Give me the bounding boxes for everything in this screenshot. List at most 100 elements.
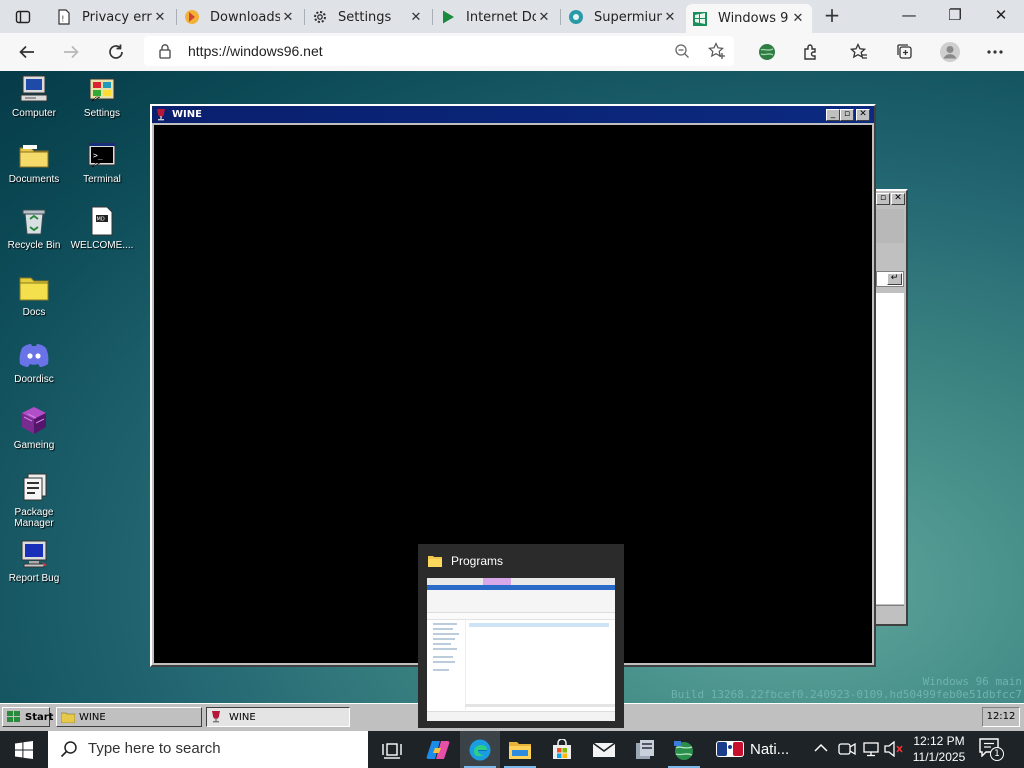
desktop-icon-report-bug[interactable]: Report Bug [0, 538, 68, 584]
desktop-icon-terminal[interactable]: >_ Terminal [68, 139, 136, 185]
weather-widget[interactable]: Nati... [716, 731, 806, 768]
refresh-button[interactable] [101, 37, 131, 67]
desktop-icon-label: Computer [12, 108, 56, 119]
monitor-icon [18, 538, 50, 570]
wine-glass-icon [211, 711, 221, 723]
folder-icon [18, 272, 50, 304]
extension-globe-icon[interactable] [752, 37, 782, 67]
desktop-icon-documents[interactable]: Documents [0, 139, 68, 185]
store-button[interactable] [542, 731, 582, 768]
desktop-icon-label: Documents [8, 174, 60, 185]
app-server-button[interactable] [624, 731, 664, 768]
chevron-up-icon[interactable] [814, 742, 828, 756]
taskbar-search-box[interactable]: Type here to search [48, 731, 368, 768]
volume-muted-icon[interactable] [884, 740, 904, 760]
add-favorite-icon[interactable] [708, 42, 726, 63]
win96-clock[interactable]: 12:12 [982, 707, 1020, 727]
tab-actions-icon[interactable] [8, 2, 38, 32]
mlb-icon [716, 740, 744, 759]
close-window-button[interactable]: ✕ [978, 0, 1024, 30]
resize-grip[interactable] [876, 605, 904, 622]
desktop-icon-label: WELCOME.... [70, 240, 134, 251]
minimize-button[interactable]: _ [826, 109, 840, 121]
mail-button[interactable] [584, 731, 624, 768]
new-tab-button[interactable]: + [822, 4, 842, 28]
tab-close-icon[interactable]: ✕ [408, 10, 424, 25]
notification-center-button[interactable]: 1 [978, 737, 1008, 763]
url-text[interactable]: https://windows96.net [188, 43, 323, 59]
background-window-titlebar[interactable]: ▫ ✕ [874, 191, 906, 207]
extensions-icon[interactable] [796, 37, 826, 67]
tab-close-icon[interactable]: ✕ [790, 11, 806, 26]
tab-close-icon[interactable]: ✕ [536, 10, 552, 25]
meet-now-icon[interactable] [838, 741, 856, 760]
svg-text:>_: >_ [93, 151, 103, 160]
desktop-icon-label: Recycle Bin [7, 240, 61, 251]
desktop-icon-welcome[interactable]: MD WELCOME.... [68, 205, 136, 251]
desktop-icon-recycle-bin[interactable]: Recycle Bin [0, 205, 68, 251]
file-explorer-button[interactable] [500, 731, 540, 768]
programs-preview-popup[interactable]: Programs [418, 544, 624, 728]
task-view-button[interactable] [372, 731, 412, 768]
minimize-button[interactable]: — [886, 0, 932, 30]
thumb-selected-row [469, 623, 609, 627]
tab-downloads[interactable]: Downloads ✕ [178, 4, 302, 30]
tab-divider [176, 9, 177, 25]
maximize-button[interactable]: ▫ [840, 109, 854, 121]
network-app-button[interactable] [664, 731, 704, 768]
desktop-icon-label: Package Manager [14, 507, 54, 529]
more-menu-icon[interactable] [980, 37, 1010, 67]
maximize-button[interactable]: ▫ [876, 193, 890, 205]
back-arrow-icon [19, 45, 34, 59]
tab-supermium[interactable]: Supermium ✕ [562, 4, 684, 30]
desktop-icon-settings[interactable]: Settings [68, 73, 136, 119]
wine-window-titlebar[interactable]: WINE [152, 106, 874, 123]
background-window-toolbar [876, 209, 904, 243]
windows-start-button[interactable] [4, 731, 44, 768]
wine-window-title: WINE [172, 109, 202, 120]
tab-windows96[interactable]: Windows 9 ✕ [686, 4, 812, 33]
copilot-button[interactable] [418, 731, 458, 768]
favorites-icon[interactable] [844, 37, 874, 67]
tab-privacy-error[interactable]: ! Privacy erro ✕ [50, 4, 174, 30]
profile-avatar-icon[interactable] [935, 37, 965, 67]
background-window[interactable]: ▫ ✕ ↵ [872, 189, 908, 626]
tab-title: Downloads [210, 9, 280, 25]
back-button[interactable] [12, 37, 42, 67]
notification-count-badge: 1 [990, 747, 1004, 761]
win96-task-wine-folder[interactable]: WINE [56, 707, 202, 727]
desktop-icon-doordisc[interactable]: Doordisc [0, 339, 68, 385]
network-icon[interactable] [862, 741, 880, 760]
address-bar[interactable]: https://windows96.net [144, 36, 734, 66]
collections-icon[interactable] [890, 37, 920, 67]
desktop-icon-docs[interactable]: Docs [0, 272, 68, 318]
tab-close-icon[interactable]: ✕ [280, 10, 296, 25]
win96-task-wine-active[interactable]: WINE [206, 707, 350, 727]
win96-logo-icon [7, 711, 21, 723]
lock-icon[interactable] [158, 43, 172, 62]
restore-button[interactable]: ❐ [932, 0, 978, 30]
computer-icon [18, 73, 50, 105]
task-label: WINE [79, 711, 106, 723]
tab-close-icon[interactable]: ✕ [152, 10, 168, 25]
edge-taskbar-button[interactable] [460, 731, 500, 768]
system-clock[interactable]: 12:12 PM 11/1/2025 [906, 733, 972, 765]
file-explorer-icon [509, 741, 531, 759]
forward-button[interactable] [56, 37, 86, 67]
desktop-icon-gameing[interactable]: Gameing [0, 405, 68, 451]
win96-start-button[interactable]: Start [2, 707, 53, 727]
programs-preview-thumbnail[interactable] [427, 578, 615, 721]
close-button[interactable]: ✕ [856, 109, 870, 121]
play-icon [440, 9, 456, 25]
settings-icon [86, 73, 118, 105]
tab-internet-do[interactable]: Internet Do ✕ [434, 4, 558, 30]
text-file-icon: MD [86, 205, 118, 237]
close-button[interactable]: ✕ [891, 193, 905, 205]
desktop-icon-package-manager[interactable]: Package Manager [0, 472, 68, 529]
tab-close-icon[interactable]: ✕ [662, 10, 678, 25]
desktop-icon-computer[interactable]: Computer [0, 73, 68, 119]
zoom-out-icon[interactable] [674, 43, 690, 62]
tab-settings[interactable]: Settings ✕ [306, 4, 430, 30]
background-window-content[interactable] [876, 293, 904, 604]
go-button[interactable]: ↵ [887, 273, 902, 285]
